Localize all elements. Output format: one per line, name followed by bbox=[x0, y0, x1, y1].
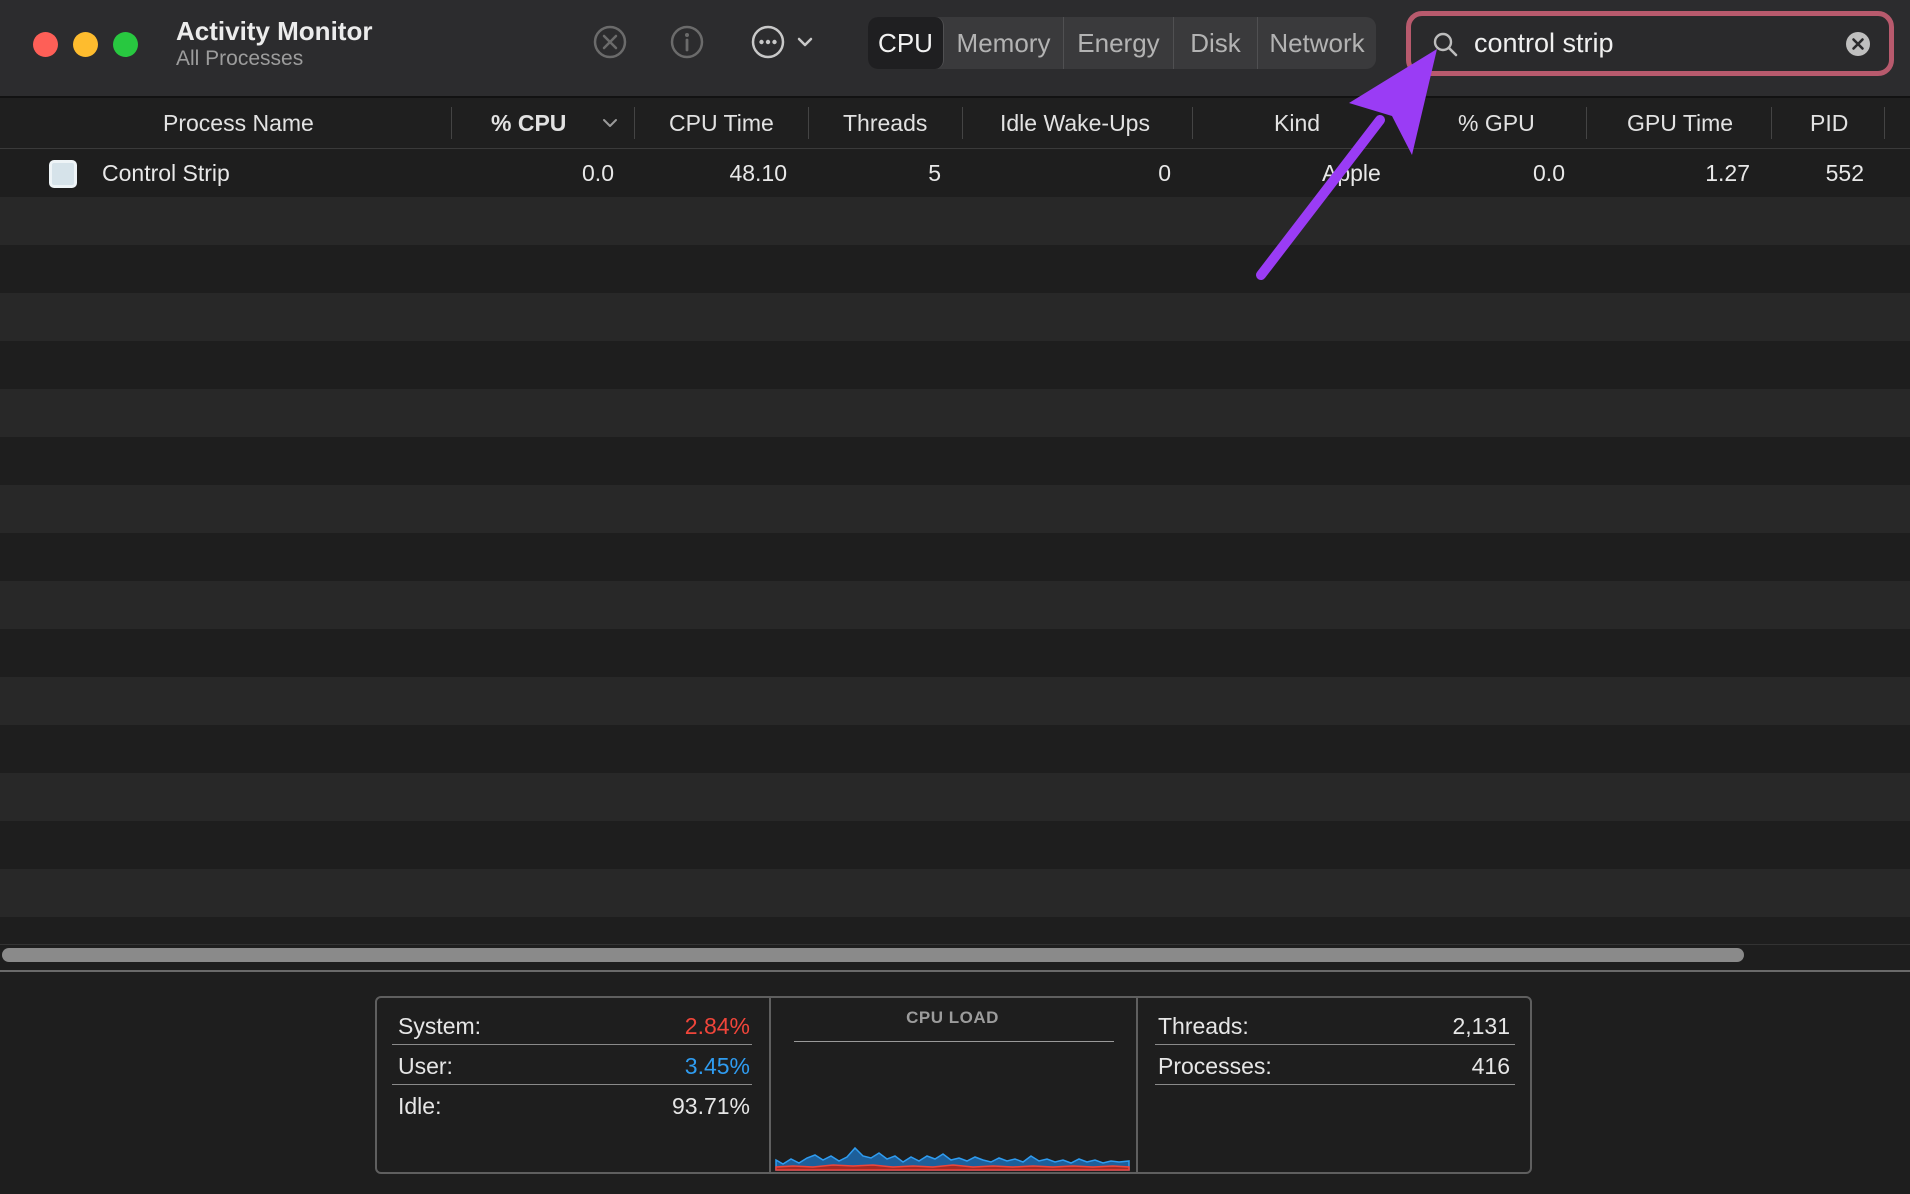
panel-separator bbox=[1136, 996, 1138, 1174]
empty-row bbox=[0, 389, 1910, 437]
user-value: 3.45% bbox=[684, 1053, 750, 1079]
search-input[interactable] bbox=[1474, 24, 1829, 62]
empty-row bbox=[0, 485, 1910, 533]
row-divider bbox=[1155, 1044, 1515, 1045]
tab-disk[interactable]: Disk bbox=[1174, 17, 1258, 69]
row-divider bbox=[392, 1084, 752, 1085]
gpu-percent-cell: 0.0 bbox=[1533, 159, 1565, 186]
column-pid[interactable]: PID bbox=[1810, 98, 1848, 148]
column-idle-wakeups[interactable]: Idle Wake-Ups bbox=[1000, 98, 1150, 148]
kind-cell: Apple bbox=[1322, 159, 1381, 186]
gpu-time-cell: 1.27 bbox=[1705, 159, 1750, 186]
tab-cpu[interactable]: CPU bbox=[868, 17, 944, 69]
tab-network[interactable]: Network bbox=[1258, 17, 1376, 69]
idle-value: 93.71% bbox=[671, 1093, 750, 1119]
cpu-time-cell: 48.10 bbox=[729, 159, 787, 186]
chart-title-underline bbox=[794, 1041, 1114, 1042]
processes-label: Processes: bbox=[1158, 1053, 1272, 1079]
column-separator[interactable] bbox=[634, 107, 635, 139]
column-separator[interactable] bbox=[1192, 107, 1193, 139]
column-gpu-percent[interactable]: % GPU bbox=[1458, 98, 1535, 148]
search-icon bbox=[1433, 32, 1458, 57]
empty-row bbox=[0, 677, 1910, 725]
horizontal-scroll-thumb[interactable] bbox=[2, 948, 1744, 962]
view-tabs: CPU Memory Energy Disk Network bbox=[868, 17, 1376, 69]
row-divider bbox=[392, 1044, 752, 1045]
idle-label: Idle: bbox=[398, 1093, 442, 1119]
minimize-window-button[interactable] bbox=[73, 32, 98, 57]
window-subtitle: All Processes bbox=[176, 47, 304, 70]
system-value: 2.84% bbox=[684, 1013, 750, 1039]
threads-label: Threads: bbox=[1158, 1013, 1249, 1039]
empty-row bbox=[0, 581, 1910, 629]
chevron-down-icon bbox=[797, 37, 813, 47]
column-gpu-time[interactable]: GPU Time bbox=[1627, 98, 1733, 148]
search-field bbox=[1406, 11, 1894, 76]
threads-value: 2,131 bbox=[1452, 1013, 1510, 1039]
empty-row bbox=[0, 869, 1910, 917]
system-label: System: bbox=[398, 1013, 482, 1039]
ellipsis-icon bbox=[751, 25, 785, 59]
empty-row bbox=[0, 293, 1910, 341]
sort-descending-icon[interactable] bbox=[601, 115, 619, 131]
column-separator[interactable] bbox=[962, 107, 963, 139]
table-header: Process Name % CPU CPU Time Threads Idle… bbox=[0, 98, 1910, 149]
clear-search-icon[interactable] bbox=[1844, 30, 1872, 58]
tab-energy[interactable]: Energy bbox=[1064, 17, 1174, 69]
empty-row bbox=[0, 197, 1910, 245]
idle-wakeups-cell: 0 bbox=[1158, 159, 1171, 186]
column-separator[interactable] bbox=[1586, 107, 1587, 139]
column-kind[interactable]: Kind bbox=[1274, 98, 1320, 148]
table-row[interactable]: Control Strip 0.0 48.10 5 0 Apple 0.0 1.… bbox=[0, 149, 1910, 197]
stop-process-button[interactable] bbox=[592, 24, 628, 60]
process-table: Control Strip 0.0 48.10 5 0 Apple 0.0 1.… bbox=[0, 149, 1910, 931]
close-window-button[interactable] bbox=[33, 32, 58, 57]
cpu-percent-cell: 0.0 bbox=[582, 159, 614, 186]
panel-divider[interactable] bbox=[0, 970, 1910, 972]
column-cpu-time[interactable]: CPU Time bbox=[669, 98, 774, 148]
user-label: User: bbox=[398, 1053, 453, 1079]
column-separator[interactable] bbox=[1771, 107, 1772, 139]
column-threads[interactable]: Threads bbox=[843, 98, 927, 148]
cpu-load-graph bbox=[775, 1146, 1130, 1171]
row-divider bbox=[1155, 1084, 1515, 1085]
column-separator[interactable] bbox=[451, 107, 452, 139]
pid-cell: 552 bbox=[1825, 159, 1864, 186]
process-name-cell: Control Strip bbox=[102, 159, 230, 186]
column-process-name[interactable]: Process Name bbox=[163, 98, 314, 148]
column-separator[interactable] bbox=[808, 107, 809, 139]
zoom-window-button[interactable] bbox=[113, 32, 138, 57]
empty-row bbox=[0, 773, 1910, 821]
info-icon bbox=[670, 25, 704, 59]
window-title: Activity Monitor bbox=[176, 16, 373, 46]
more-actions-button[interactable] bbox=[750, 24, 820, 60]
inspect-process-button[interactable] bbox=[669, 24, 705, 60]
threads-cell: 5 bbox=[928, 159, 941, 186]
processes-value: 416 bbox=[1471, 1053, 1510, 1079]
column-separator[interactable] bbox=[1884, 107, 1885, 139]
cpu-load-title: CPU LOAD bbox=[906, 1008, 999, 1027]
stop-process-icon bbox=[593, 25, 627, 59]
column-cpu-percent[interactable]: % CPU bbox=[491, 98, 566, 148]
control-strip-app-icon bbox=[49, 160, 77, 188]
tab-memory[interactable]: Memory bbox=[944, 17, 1064, 69]
